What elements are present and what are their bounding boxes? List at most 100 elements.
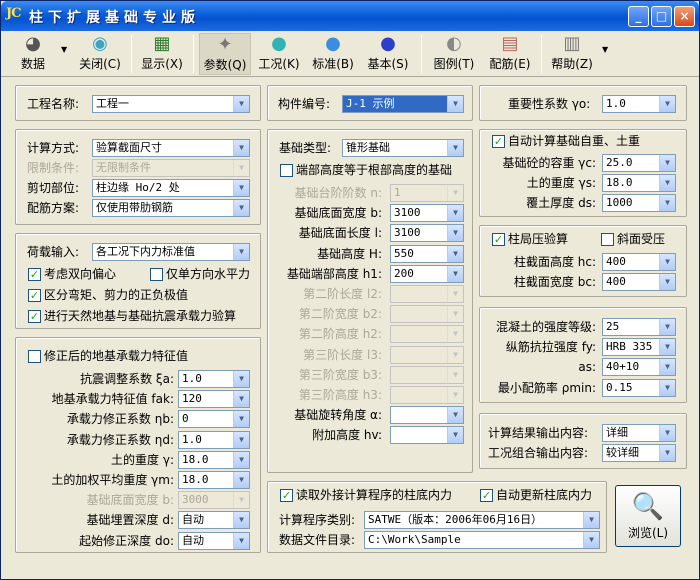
rebar-scheme-select[interactable]: 仅使用带肋钢筋 ▼ (92, 199, 250, 217)
chevron-down-icon: ▼ (659, 319, 675, 335)
param-icon: ✦ (217, 34, 233, 55)
title-bar[interactable]: JC 柱下扩展基础专业版 _ □ × (1, 1, 699, 31)
distinguish-extremes-checkbox[interactable]: ✓ (28, 289, 41, 302)
chevron-down-icon: ▼ (447, 306, 463, 323)
weight-param-label: 基础砼的容重 γc: (502, 156, 596, 170)
close-doc-icon: ◉ (92, 33, 108, 54)
soil-param-select[interactable]: 0 ▼ (178, 410, 250, 429)
seismic-check-checkbox[interactable]: ✓ (28, 310, 41, 323)
foundation-param-label: 基础旋转角度 α: (294, 408, 382, 423)
soil-param-select[interactable]: 120 ▼ (178, 390, 250, 409)
column-param-select[interactable]: 400 ▼ (602, 273, 676, 292)
chevron-down-icon: ▼ (447, 286, 463, 302)
weight-param-select[interactable]: 18.0 ▼ (602, 174, 676, 193)
chevron-down-icon: ▼ (447, 346, 463, 363)
shear-location-select[interactable]: 柱边缘 Ho/2 处 ▼ (92, 179, 250, 197)
toolbar-separator (421, 35, 422, 73)
chevron-down-icon: ▼ (659, 96, 675, 112)
single-direction-checkbox[interactable] (150, 268, 163, 281)
foundation-param-label: 第三阶长度 l3: (303, 347, 382, 362)
toolbar-legend-button[interactable]: ◐ 图例(T) (429, 33, 479, 75)
soil-param-label: 基础埋置深度 d: (86, 513, 174, 528)
minimize-button[interactable]: _ (628, 6, 649, 27)
soil-param-select[interactable]: 自动 ▼ (178, 531, 250, 550)
load-panel: 荷载输入: 各工况下内力标准值 ▼ ✓ 考虑双向偏心 仅单方向水平力 ✓ 区分弯矩… (15, 233, 261, 329)
chevron-down-icon: ▼ (447, 326, 463, 343)
material-param-select[interactable]: 40+10 ▼ (602, 358, 676, 377)
toolbar-data-button[interactable]: ◕ 数据 (15, 33, 51, 75)
foundation-param-label: 第二阶高度 h2: (298, 327, 382, 342)
self-weight-panel: ✓ 自动计算基础自重、土重 基础砼的容重 γc: 25.0 ▼ 土的重度 γs: 18.… (479, 129, 687, 217)
chevron-down-icon: ▼ (447, 387, 463, 403)
foundation-param-label: 附加高度 hv: (312, 428, 382, 443)
chevron-down-icon: ▼ (233, 200, 249, 216)
soil-param-select[interactable]: 自动 ▼ (178, 511, 250, 530)
auto-update-checkbox[interactable]: ✓ (480, 489, 493, 502)
case-icon: ● (271, 33, 287, 54)
soil-param-label: 土的加权平均重度 γm: (51, 473, 174, 487)
program-type-select[interactable]: SATWE（版本：2006年06月16日） ▼ (364, 511, 600, 529)
read-external-checkbox[interactable]: ✓ (280, 489, 293, 502)
soil-param-select[interactable]: 18.0 ▼ (178, 471, 250, 489)
chevron-down-icon: ▼ (659, 195, 675, 212)
foundation-param-select[interactable]: 200 ▼ (390, 264, 464, 283)
weight-param-select[interactable]: 1000 ▼ (602, 194, 676, 213)
magnifier-icon: 🔍 (631, 492, 665, 522)
material-param-select[interactable]: 25 ▼ (602, 318, 676, 336)
app-logo: JC (6, 6, 21, 21)
foundation-param-select[interactable]: ▼ (390, 406, 464, 425)
material-param-select[interactable]: HRB 335 ▼ (602, 338, 676, 357)
toolbar-rebar-button[interactable]: ▤ 配筋(E) (485, 33, 535, 75)
browse-button[interactable]: 🔍 浏览(L) (615, 485, 681, 547)
toolbar-help-button[interactable]: ▥ 帮助(Z) (547, 33, 597, 75)
toolbar-close-button[interactable]: ◉ 关闭(C) (77, 33, 123, 75)
toolbar-case-button[interactable]: ● 工况(K) (255, 33, 303, 75)
chevron-down-icon: ▼ (447, 265, 463, 282)
chevron-down-icon: ▼ (233, 391, 249, 408)
chevron-down-icon: ▼ (447, 185, 463, 201)
soil-param-label: 承载力修正系数 ηd: (66, 432, 174, 447)
load-input-select[interactable]: 各工况下内力标准值 ▼ (92, 243, 250, 261)
maximize-button[interactable]: □ (651, 6, 672, 27)
chevron-down-icon: ▼ (233, 160, 249, 176)
standard-icon: ● (325, 33, 341, 54)
result-output-select[interactable]: 详细 ▼ (602, 424, 676, 442)
soil-param-select[interactable]: 1.0 ▼ (178, 430, 250, 449)
toolbar-display-button[interactable]: ▦ 显示(X) (139, 33, 185, 75)
display-icon: ▦ (153, 33, 171, 54)
chevron-down-icon: ▼ (659, 339, 675, 356)
chevron-down-icon: ▼ (659, 379, 675, 396)
project-name-select[interactable]: 工程一 ▼ (92, 95, 250, 113)
close-button[interactable]: × (674, 6, 695, 27)
help-dropdown-arrow-icon[interactable]: ▼ (602, 45, 608, 54)
component-id-select[interactable]: J-1 示例 ▼ (342, 95, 464, 113)
biaxial-eccentric-checkbox[interactable]: ✓ (28, 268, 41, 281)
foundation-param-label: 基础端部高度 h1: (286, 266, 382, 281)
rebar-icon: ▤ (501, 33, 519, 54)
toolbar-basic-button[interactable]: ● 基本(S) (363, 33, 413, 75)
chevron-down-icon: ▼ (447, 205, 463, 222)
window-title: 柱下扩展基础专业版 (29, 10, 200, 26)
data-dropdown-arrow-icon[interactable]: ▼ (61, 45, 67, 54)
soil-param-label: 承载力修正系数 ηb: (66, 412, 174, 427)
legend-icon: ◐ (446, 33, 462, 54)
material-param-select[interactable]: 0.15 ▼ (602, 378, 676, 397)
chevron-down-icon: ▼ (233, 244, 249, 260)
data-directory-select[interactable]: C:\Work\Sample ▼ (364, 531, 600, 549)
foundation-param-label: 第二阶宽度 b2: (298, 307, 382, 322)
toolbar-param-button[interactable]: ✦ 参数(Q) (199, 33, 251, 75)
foundation-param-select[interactable]: 550 ▼ (390, 244, 464, 263)
soil-param-select[interactable]: 18.0 ▼ (178, 450, 250, 469)
foundation-param-select[interactable]: 3100 ▼ (390, 224, 464, 243)
calc-method-select[interactable]: 验算截面尺寸 ▼ (92, 139, 250, 157)
importance-factor-select[interactable]: 1.0 ▼ (602, 95, 676, 113)
soil-param-select[interactable]: 1.0 ▼ (178, 370, 250, 388)
toolbar-standard-button[interactable]: ● 标准(B) (309, 33, 357, 75)
foundation-param-select[interactable]: ▼ (390, 426, 464, 445)
column-param-select[interactable]: 400 ▼ (602, 253, 676, 271)
foundation-param-select[interactable]: 3100 ▼ (390, 204, 464, 223)
weight-param-select[interactable]: 25.0 ▼ (602, 154, 676, 172)
case-output-select[interactable]: 较详细 ▼ (602, 444, 676, 462)
chevron-down-icon: ▼ (447, 407, 463, 424)
chevron-down-icon: ▼ (233, 512, 249, 529)
